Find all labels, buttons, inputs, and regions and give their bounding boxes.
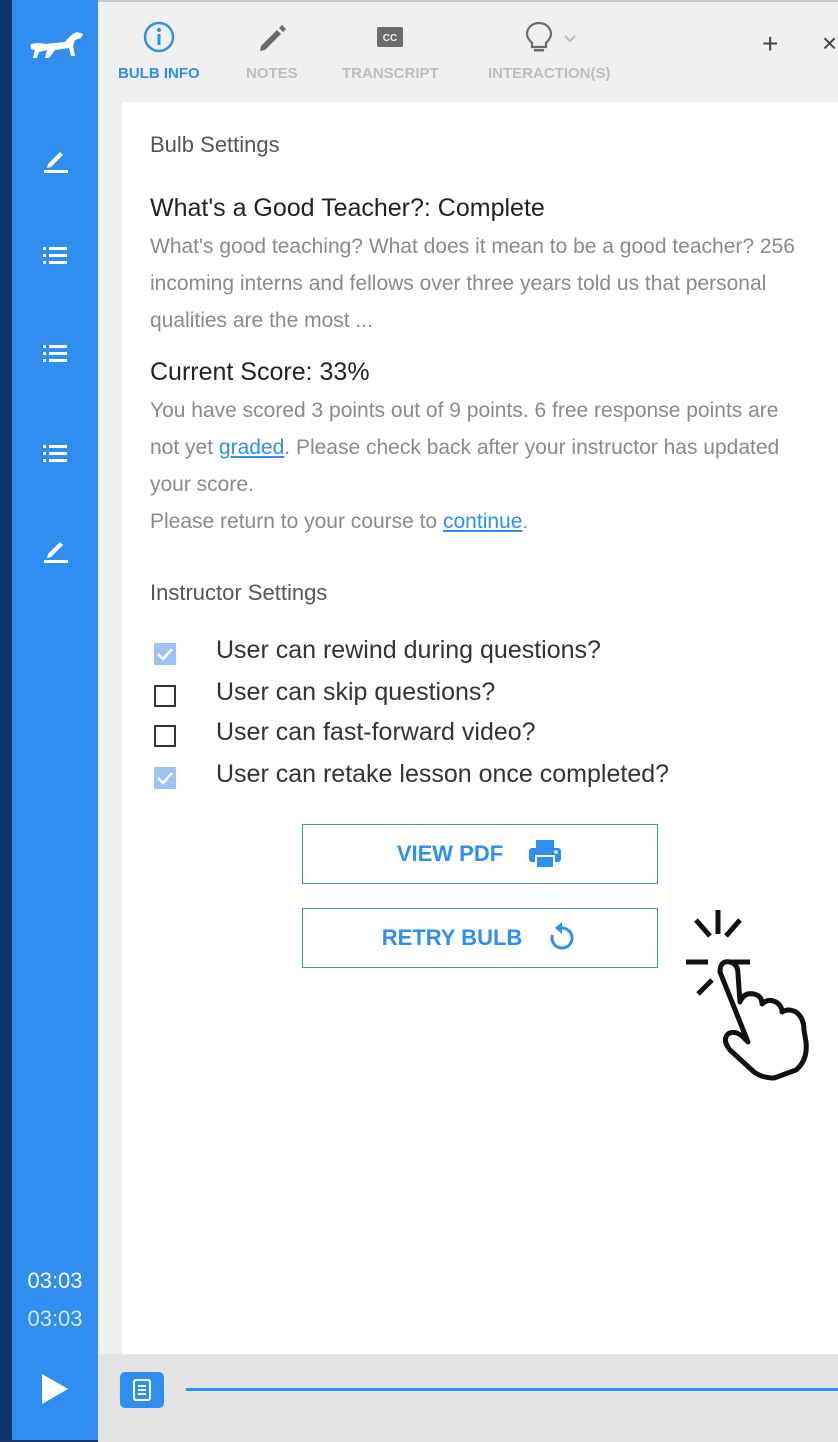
skip-checkbox[interactable] [154, 685, 176, 707]
return-text: Please return to your course to [150, 510, 443, 533]
progress-bar[interactable] [186, 1388, 838, 1391]
setting-label: User can skip questions? [216, 678, 496, 706]
document-icon [133, 1379, 151, 1401]
dachshund-logo[interactable] [12, 22, 98, 66]
score-text: You have scored 3 points out of 9 points… [150, 392, 810, 540]
list-icon [43, 345, 67, 362]
pencil-icon [259, 25, 286, 51]
sidebar-item-list-3[interactable] [12, 442, 98, 464]
view-pdf-label: VIEW PDF [396, 841, 504, 866]
sidebar: 03:03 03:03 [12, 0, 98, 1440]
setting-label: User can fast-forward video? [216, 718, 536, 746]
return-end: . [522, 510, 529, 533]
list-icon [43, 445, 67, 462]
sidebar-item-list-1[interactable] [12, 244, 98, 266]
edit-icon [44, 152, 68, 173]
window-edge [0, 0, 12, 1440]
setting-rewind [154, 636, 176, 672]
list-icon [43, 247, 67, 264]
checkmark-icon [157, 772, 173, 785]
add-button[interactable]: + [762, 28, 778, 60]
panel-toolbar: BULB INFO NOTES CC TRANSCRIPT INTERACTIO… [98, 2, 838, 102]
bulb-info-content: Bulb Settings What's a Good Teacher?: Co… [122, 102, 838, 1354]
tab-label: NOTES [246, 65, 298, 82]
edit-icon [44, 542, 68, 563]
tab-label: BULB INFO [118, 65, 200, 82]
tab-label: INTERACTION(S) [488, 65, 611, 82]
setting-label: User can retake lesson once completed? [216, 760, 670, 788]
info-circle-icon [143, 21, 175, 53]
tab-bulb-info[interactable]: BULB INFO [118, 20, 200, 82]
retry-icon [550, 922, 574, 950]
setting-retake [154, 760, 176, 796]
bulb-panel: BULB INFO NOTES CC TRANSCRIPT INTERACTIO… [98, 0, 838, 1442]
tab-label: TRANSCRIPT [342, 65, 439, 82]
player-bar [98, 1354, 838, 1442]
setting-skip [154, 678, 176, 714]
play-button[interactable] [40, 1372, 70, 1406]
bulb-description: What's good teaching? What does it mean … [150, 235, 795, 332]
rewind-checkbox[interactable] [154, 643, 176, 665]
view-pdf-button[interactable]: VIEW PDF [302, 824, 658, 884]
printer-icon [529, 840, 562, 869]
setting-label: User can rewind during questions? [216, 636, 601, 664]
instructor-settings-title: Instructor Settings [150, 580, 328, 605]
document-button[interactable] [120, 1372, 164, 1408]
total-time: 03:03 [27, 1306, 83, 1331]
sidebar-item-edit-2[interactable] [12, 534, 98, 564]
continue-link[interactable]: continue [443, 510, 522, 533]
retry-bulb-button[interactable]: RETRY BULB [302, 908, 658, 968]
svg-text:CC: CC [383, 33, 397, 44]
sidebar-item-list-2[interactable] [12, 342, 98, 364]
bulb-title: What's a Good Teacher?: Complete [150, 194, 545, 222]
current-time: 03:03 [27, 1268, 83, 1293]
graded-link[interactable]: graded [219, 436, 284, 459]
fast-forward-checkbox[interactable] [154, 725, 176, 747]
tab-interactions[interactable]: INTERACTION(S) [488, 20, 611, 82]
checkmark-icon [157, 648, 173, 661]
pointer-hand-icon [678, 902, 838, 1087]
setting-fast-forward [154, 718, 176, 754]
play-icon [42, 1374, 68, 1404]
tab-notes[interactable]: NOTES [246, 20, 298, 82]
score-title: Current Score: 33% [150, 358, 370, 386]
retry-bulb-label: RETRY BULB [381, 925, 523, 950]
closed-caption-icon: CC [377, 27, 404, 47]
tab-transcript[interactable]: CC TRANSCRIPT [342, 20, 439, 82]
sidebar-item-edit-1[interactable] [12, 144, 98, 174]
bulb-settings-title: Bulb Settings [150, 132, 280, 157]
retake-checkbox[interactable] [154, 767, 176, 789]
lightbulb-icon [526, 21, 576, 52]
close-button[interactable]: × [822, 28, 837, 59]
